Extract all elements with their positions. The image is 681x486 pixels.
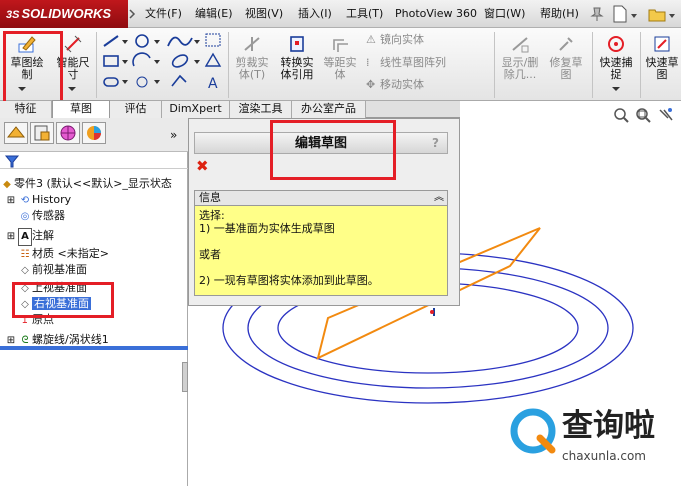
annotation-icon: A — [18, 228, 32, 246]
ribbon-separator — [640, 32, 641, 98]
tree-item-sensors[interactable]: ◎ 传感器 — [4, 208, 65, 224]
ribbon-separator — [96, 32, 97, 98]
sketch-entity-tools: A — [100, 32, 226, 98]
chevron-down-icon[interactable] — [668, 10, 676, 18]
menu-help[interactable]: 帮助(H) — [540, 0, 579, 28]
close-icon[interactable]: ✖ — [196, 158, 212, 174]
pin-icon[interactable] — [590, 6, 604, 22]
tree-item-helix[interactable]: ⊞ ᘓ 螺旋线/涡状线1 — [4, 332, 109, 348]
menu-photoview[interactable]: PhotoView 360 — [395, 0, 477, 28]
tab-render-tools[interactable]: 渲染工具 — [230, 101, 292, 118]
highlight-box-title — [270, 120, 396, 180]
part-icon: ◆ — [3, 179, 11, 190]
collapse-icon[interactable]: ︽ — [434, 192, 446, 204]
linear-pattern-icon: ⁞ — [366, 56, 370, 69]
menu-insert[interactable]: 插入(I) — [298, 0, 332, 28]
history-icon: ⟲ — [20, 195, 30, 206]
info-message-box: 选择: 1) 一基准面为实体生成草图 或者 2) 一现有草图将实体添加到此草图。 — [194, 206, 448, 296]
expand-plus-icon[interactable]: ⊞ — [4, 229, 18, 245]
trim-entities-button[interactable]: 剪裁实 体(T) — [230, 34, 274, 81]
chevron-down-icon[interactable] — [608, 84, 624, 94]
offset-entities-button[interactable]: 等距实 体 — [320, 34, 360, 81]
svg-text:A: A — [208, 76, 218, 92]
tree-item-material[interactable]: ☷ 材质 <未指定> — [4, 246, 109, 262]
rapid-sketch-icon — [652, 34, 672, 54]
menu-edit[interactable]: 编辑(E) — [195, 0, 233, 28]
watermark-url: chaxunla.com — [562, 449, 646, 463]
ribbon-separator — [592, 32, 593, 98]
tree-item-history[interactable]: ⊞ ⟲ History — [4, 192, 71, 208]
chevron-down-icon[interactable] — [64, 84, 80, 94]
convert-entities-icon — [287, 34, 307, 54]
tab-sketch[interactable]: 草图 — [52, 100, 110, 118]
material-icon: ☷ — [20, 249, 30, 260]
highlight-box-sketch — [3, 31, 63, 111]
repair-icon — [556, 34, 576, 54]
panel-expand-icon[interactable]: » — [170, 128, 184, 142]
open-folder-icon[interactable] — [648, 5, 666, 23]
watermark-logo-icon — [510, 408, 556, 454]
tab-features[interactable]: 特征 — [0, 101, 52, 118]
helix-icon: ᘓ — [21, 335, 29, 346]
expand-arrow-icon[interactable] — [128, 6, 136, 22]
highlight-box-right-plane — [12, 282, 114, 318]
ribbon-separator — [494, 32, 495, 98]
tree-root-part[interactable]: ◆ 零件3 (默认<<默认>_显示状态 — [0, 176, 172, 192]
linear-sketch-pattern-button[interactable]: ⁞ 线性草图阵列 — [366, 57, 476, 69]
menu-file[interactable]: 文件(F) — [145, 0, 182, 28]
menu-view[interactable]: 视图(V) — [245, 0, 283, 28]
help-icon[interactable]: ? — [432, 136, 444, 150]
move-entities-button[interactable]: ✥ 移动实体 — [366, 79, 466, 91]
filter-icon[interactable] — [4, 154, 20, 168]
quick-snaps-button[interactable]: 快速捕 捉 — [594, 34, 638, 81]
new-document-icon[interactable] — [612, 5, 628, 23]
expand-plus-icon[interactable]: ⊞ — [4, 333, 18, 349]
mirror-icon: ⚠ — [366, 33, 376, 46]
repair-sketch-button[interactable]: 修复草 图 — [544, 34, 588, 81]
menu-tools[interactable]: 工具(T) — [346, 0, 383, 28]
offset-icon — [330, 34, 350, 54]
quick-snap-icon — [606, 34, 626, 54]
chevron-down-icon[interactable] — [630, 10, 638, 18]
info-header[interactable]: 信息 — [194, 190, 448, 206]
display-delete-relations-button[interactable]: 显示/删 除几... — [498, 34, 542, 81]
ribbon-separator — [228, 32, 229, 98]
watermark-title: 查询啦 — [562, 408, 655, 444]
mirror-entities-button[interactable]: ⚠ 镜向实体 — [366, 34, 466, 46]
solidworks-logo: 3S SOLIDWORKS — [0, 0, 128, 28]
expand-plus-icon[interactable]: ⊞ — [4, 193, 18, 209]
tab-evaluate[interactable]: 评估 — [110, 101, 162, 118]
sensor-icon: ◎ — [20, 211, 30, 222]
tab-office-products[interactable]: 办公室产品 — [292, 101, 366, 118]
configuration-manager-tab[interactable] — [56, 122, 80, 144]
relations-icon — [510, 34, 530, 54]
property-manager-tab[interactable] — [30, 122, 54, 144]
divider — [0, 168, 188, 169]
trim-icon — [242, 34, 262, 54]
plane-icon: ◇ — [21, 265, 29, 276]
tab-dimxpert[interactable]: DimXpert — [162, 101, 230, 118]
tree-item-front-plane[interactable]: ◇ 前视基准面 — [4, 262, 87, 278]
line-tool-icon — [103, 35, 119, 47]
convert-entities-button[interactable]: 转换实 体引用 — [274, 34, 320, 81]
move-icon: ✥ — [366, 78, 376, 91]
tree-item-annotations[interactable]: ⊞ A 注解 — [4, 228, 54, 246]
menu-window[interactable]: 窗口(W) — [484, 0, 525, 28]
smart-dimension-icon — [63, 34, 83, 54]
rapid-sketch-button[interactable]: 快速草 图 — [642, 34, 681, 81]
panel-splitter-handle[interactable] — [182, 362, 188, 392]
display-manager-tab[interactable] — [82, 122, 106, 144]
feature-manager-tab[interactable] — [4, 122, 28, 144]
